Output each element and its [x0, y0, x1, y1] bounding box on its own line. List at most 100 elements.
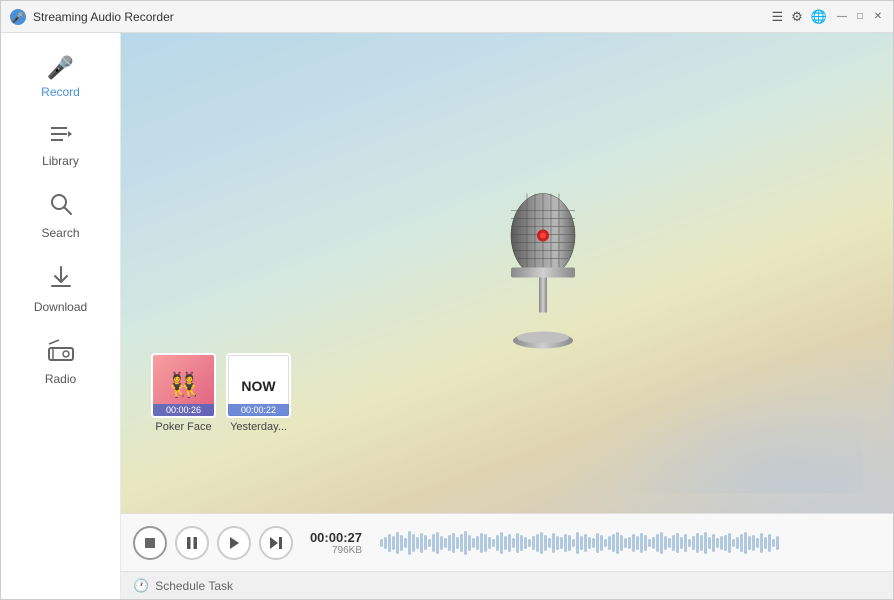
waveform-bar: [464, 531, 467, 555]
waveform-bar: [632, 534, 635, 552]
waveform-bar: [508, 534, 511, 552]
waveform-bar: [380, 539, 383, 547]
close-button[interactable]: ✕: [871, 10, 885, 24]
album-row: 👯 00:00:26 Poker Face NOW 00:00:22 Yeste…: [151, 353, 291, 433]
waveform-bar: [748, 536, 751, 550]
waveform-bar: [524, 537, 527, 549]
waveform-bar: [532, 536, 535, 550]
waveform-bar: [624, 538, 627, 548]
waveform-bar: [484, 534, 487, 552]
album-thumb-1: 👯 00:00:26: [151, 353, 216, 418]
waveform-bar: [692, 536, 695, 550]
play-button[interactable]: [217, 526, 251, 560]
menu-settings[interactable]: ⚙: [791, 9, 803, 25]
album-label-1: Poker Face: [155, 421, 211, 433]
waveform-bar: [436, 532, 439, 554]
waveform-bar: [488, 537, 491, 549]
recording-time: 00:00:27: [310, 530, 362, 545]
waveform-bar: [552, 533, 555, 553]
waveform-bar: [600, 535, 603, 551]
waveform-bar: [404, 538, 407, 548]
waveform-bar: [512, 538, 515, 548]
schedule-icon: 🕐: [133, 578, 149, 594]
sidebar-item-record[interactable]: 🎤 Record: [1, 43, 120, 111]
controls-bar: 00:00:27 796KB: [121, 513, 893, 571]
waveform-bar: [444, 538, 447, 548]
waveform-bar: [516, 533, 519, 553]
waveform-bar: [664, 536, 667, 550]
waveform-bar: [504, 536, 507, 550]
waveform-bar: [496, 535, 499, 551]
waveform-bar: [400, 535, 403, 551]
waveform-bar: [440, 536, 443, 550]
waveform-bar: [456, 537, 459, 549]
next-button[interactable]: [259, 526, 293, 560]
waveform-bar: [660, 532, 663, 554]
waveform-bar: [772, 539, 775, 547]
stop-button[interactable]: [133, 526, 167, 560]
sidebar: 🎤 Record Library: [1, 33, 121, 599]
waveform-bar: [468, 535, 471, 551]
waveform-bar: [568, 535, 571, 551]
waveform-bar: [592, 538, 595, 548]
album-timer-1: 00:00:26: [153, 404, 214, 416]
waveform-bar: [688, 539, 691, 547]
svg-text:🎤: 🎤: [12, 11, 25, 24]
sidebar-item-download[interactable]: Download: [1, 252, 120, 326]
waveform-bar: [472, 538, 475, 548]
menu-globe[interactable]: 🌐: [811, 9, 827, 25]
title-bar: 🎤 Streaming Audio Recorder ☰ ⚙ 🌐 — □ ✕: [1, 1, 893, 33]
menu-list[interactable]: ☰: [772, 9, 784, 25]
window-controls: — □ ✕: [835, 10, 885, 24]
sidebar-label-record: Record: [41, 85, 80, 99]
waveform-bar: [528, 539, 531, 547]
waveform-bar: [668, 538, 671, 548]
waveform-bar: [700, 535, 703, 551]
app-icon: 🎤: [9, 8, 27, 26]
waveform-bar: [612, 534, 615, 552]
schedule-bar[interactable]: 🕐 Schedule Task: [121, 571, 893, 599]
waveform-bar: [768, 534, 771, 552]
waveform-bar: [764, 537, 767, 549]
waveform-bar: [684, 534, 687, 552]
waveform-bar: [564, 534, 567, 552]
time-info: 00:00:27 796KB: [307, 530, 362, 556]
radio-icon: [47, 338, 75, 368]
download-icon: [48, 264, 74, 296]
waveform-bar: [744, 532, 747, 554]
waveform-display: [380, 525, 871, 561]
schedule-label: Schedule Task: [155, 579, 233, 593]
record-icon: 🎤: [47, 55, 74, 81]
waveform-bar: [648, 539, 651, 547]
sidebar-item-search[interactable]: Search: [1, 180, 120, 252]
waveform-bar: [620, 535, 623, 551]
waveform-bar: [720, 536, 723, 550]
sidebar-label-search: Search: [41, 226, 79, 240]
waveform-bar: [572, 539, 575, 547]
waveform-bar: [732, 539, 735, 547]
waveform-bar: [416, 537, 419, 549]
waveform-bar: [560, 537, 563, 549]
waveform-bar: [460, 534, 463, 552]
title-bar-menu: ☰ ⚙ 🌐: [772, 9, 828, 25]
minimize-button[interactable]: —: [835, 10, 849, 24]
content-area: 👯 00:00:26 Poker Face NOW 00:00:22 Yeste…: [121, 33, 893, 599]
sidebar-item-radio[interactable]: Radio: [1, 326, 120, 398]
waveform-bar: [420, 533, 423, 553]
waveform-bar: [588, 537, 591, 549]
album-item-1[interactable]: 👯 00:00:26 Poker Face: [151, 353, 216, 433]
album-item-2[interactable]: NOW 00:00:22 Yesterday...: [226, 353, 291, 433]
waveform-bar: [704, 532, 707, 554]
sidebar-label-download: Download: [34, 300, 87, 314]
waveform-bar: [708, 537, 711, 549]
waveform-bar: [424, 535, 427, 550]
waveform-bar: [740, 534, 743, 552]
sidebar-item-library[interactable]: Library: [1, 111, 120, 180]
waveform-bar: [736, 537, 739, 549]
pause-button[interactable]: [175, 526, 209, 560]
app-window: 🎤 Streaming Audio Recorder ☰ ⚙ 🌐 — □ ✕ 🎤…: [0, 0, 894, 600]
waveform-bar: [676, 533, 679, 553]
waveform-bar: [712, 534, 715, 552]
maximize-button[interactable]: □: [853, 10, 867, 24]
waveform-bar: [752, 535, 755, 551]
